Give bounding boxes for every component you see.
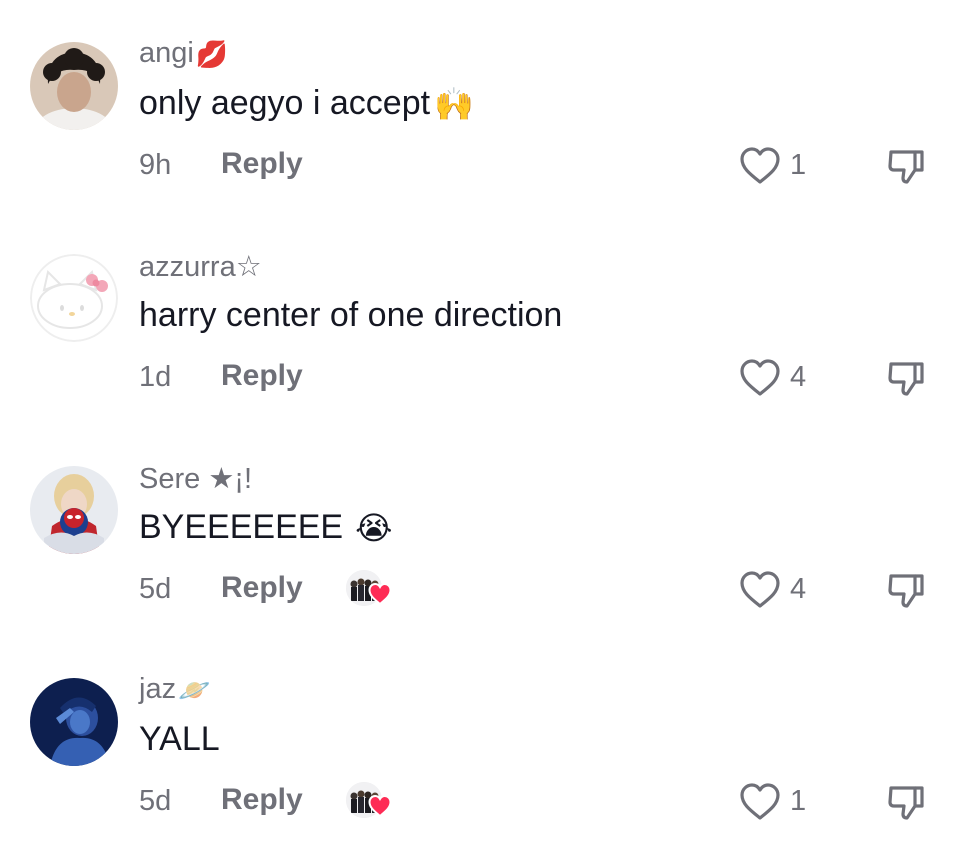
hello-kitty-avatar-icon bbox=[30, 254, 118, 342]
comment-text-body: BYEEEEEEE bbox=[139, 508, 344, 546]
liked-by-creator-badge bbox=[344, 782, 392, 822]
comment-item: Sere ★¡! BYEEEEEEE 😭 5d Reply 4 bbox=[0, 424, 960, 636]
avatar[interactable] bbox=[30, 466, 118, 554]
raising-hands-emoji-icon: 🙌 bbox=[434, 85, 474, 122]
username-text: jaz bbox=[139, 673, 177, 705]
comment-text: BYEEEEEEE 😭 bbox=[139, 508, 393, 547]
like-count: 1 bbox=[790, 149, 807, 181]
comment-item: azzurra☆ harry center of one direction 1… bbox=[0, 212, 960, 424]
comment-username[interactable]: jaz 🪐 bbox=[139, 673, 210, 706]
planet-emoji-icon: 🪐 bbox=[178, 674, 211, 705]
heart-outline-icon bbox=[740, 783, 780, 820]
dislike-button[interactable] bbox=[885, 782, 927, 822]
comment-time: 9h bbox=[139, 149, 172, 181]
like-count: 4 bbox=[790, 573, 807, 605]
comment-text: harry center of one direction bbox=[139, 296, 562, 335]
heart-outline-icon bbox=[740, 359, 780, 396]
liked-by-creator-badge bbox=[344, 570, 392, 610]
comment-time: 5d bbox=[139, 785, 172, 817]
like-count: 1 bbox=[790, 785, 807, 817]
avatar[interactable] bbox=[30, 254, 118, 342]
thumbs-down-icon bbox=[888, 150, 924, 184]
dislike-button[interactable] bbox=[885, 146, 927, 186]
dislike-button[interactable] bbox=[885, 358, 927, 398]
lips-emoji-icon: 💋 bbox=[195, 38, 229, 69]
username-text: azzurra☆ bbox=[139, 251, 262, 283]
reply-button[interactable]: Reply bbox=[221, 147, 303, 181]
thumbs-down-icon bbox=[888, 574, 924, 608]
like-button[interactable] bbox=[738, 782, 782, 822]
heart-filled-icon bbox=[368, 794, 392, 818]
comment-text-body: harry center of one direction bbox=[139, 296, 563, 334]
comment-item: angi 💋 only aegyo i accept 🙌 9h Reply 1 bbox=[0, 0, 960, 212]
comment-username[interactable]: angi 💋 bbox=[139, 37, 228, 70]
comment-text-body: YALL bbox=[139, 720, 220, 758]
username-text: angi bbox=[139, 37, 194, 69]
comment-username[interactable]: azzurra☆ bbox=[139, 249, 262, 284]
comment-text: only aegyo i accept 🙌 bbox=[139, 84, 474, 123]
like-count: 4 bbox=[790, 361, 807, 393]
person-with-plush-avatar-icon bbox=[30, 466, 118, 554]
reply-button[interactable]: Reply bbox=[221, 359, 303, 393]
username-text: Sere ★¡! bbox=[139, 463, 253, 495]
person-avatar-icon bbox=[30, 42, 118, 130]
avatar[interactable] bbox=[30, 42, 118, 130]
avatar[interactable] bbox=[30, 678, 118, 766]
like-button[interactable] bbox=[738, 570, 782, 610]
comment-time: 1d bbox=[139, 361, 172, 393]
heart-outline-icon bbox=[740, 571, 780, 608]
like-button[interactable] bbox=[738, 358, 782, 398]
like-button[interactable] bbox=[738, 146, 782, 186]
comment-text-body: only aegyo i accept bbox=[139, 84, 431, 122]
crying-face-emoji-icon: 😭 bbox=[355, 509, 393, 546]
comment-item: jaz 🪐 YALL 5d Reply 1 bbox=[0, 636, 960, 848]
heart-filled-icon bbox=[368, 582, 392, 606]
comment-username[interactable]: Sere ★¡! bbox=[139, 461, 252, 496]
blue-photo-avatar-icon bbox=[30, 678, 118, 766]
heart-outline-icon bbox=[740, 147, 780, 184]
reply-button[interactable]: Reply bbox=[221, 571, 303, 605]
reply-button[interactable]: Reply bbox=[221, 783, 303, 817]
comment-text: YALL bbox=[139, 720, 220, 759]
thumbs-down-icon bbox=[888, 362, 924, 396]
dislike-button[interactable] bbox=[885, 570, 927, 610]
comment-time: 5d bbox=[139, 573, 172, 605]
thumbs-down-icon bbox=[888, 786, 924, 820]
